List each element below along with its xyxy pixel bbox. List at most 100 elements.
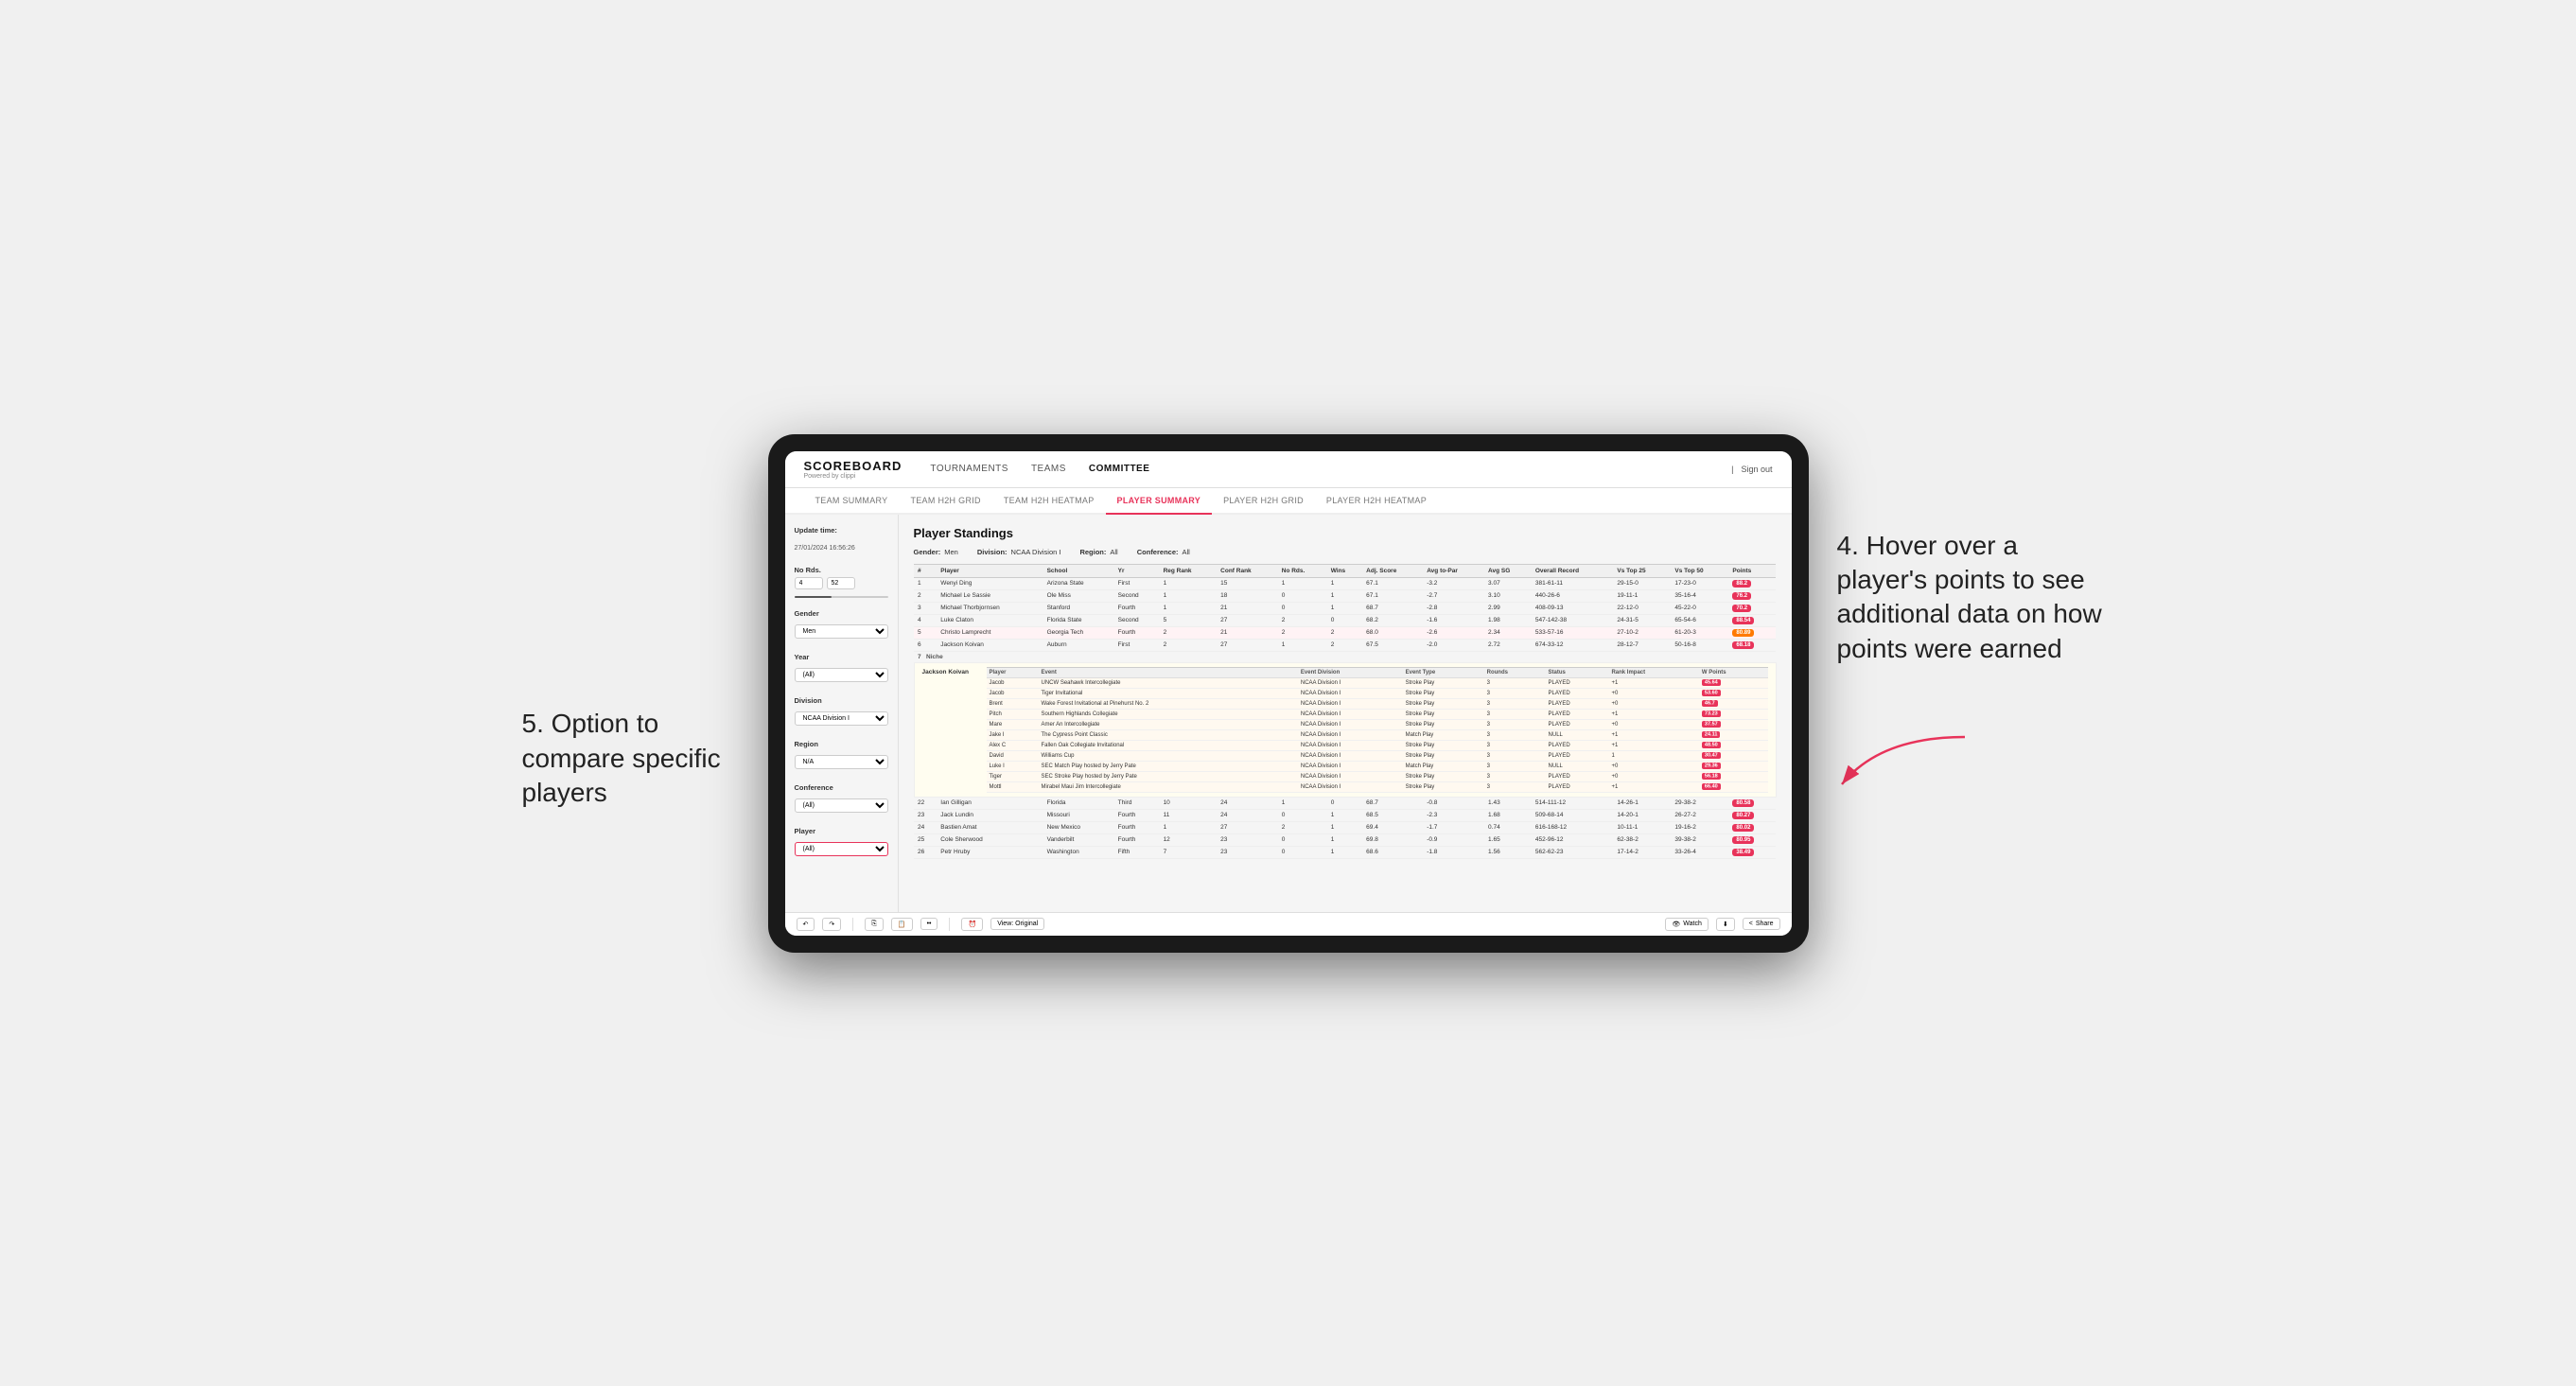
no-rds-slider[interactable]	[795, 596, 888, 598]
gender-label: Gender	[795, 609, 888, 618]
no-rds-to-input[interactable]	[827, 577, 855, 589]
tab-player-h2h-grid[interactable]: PLAYER H2H GRID	[1212, 488, 1315, 515]
filter-region: Region: All	[1079, 548, 1117, 556]
year-select[interactable]: (All)	[795, 668, 888, 682]
tooltip-data-row: Mottl Mirabel Maui Jim Intercollegiate N…	[987, 781, 1768, 792]
w-points-badge[interactable]: 48.50	[1702, 742, 1721, 748]
w-points-badge[interactable]: 73.23	[1702, 711, 1721, 717]
sidebar-division: Division NCAA Division I	[795, 696, 888, 728]
points-badge[interactable]: 80.27	[1732, 812, 1754, 819]
tooltip-expanded-row: Jackson Koivan Player Event Event Divisi…	[914, 662, 1776, 797]
tooltip-data-row: Tiger SEC Stroke Play hosted by Jerry Pa…	[987, 771, 1768, 781]
tooltip-data-row: Jake I The Cypress Point Classic NCAA Di…	[987, 729, 1768, 740]
table-row: 22 Ian Gilligan Florida Third 10 24 1 0 …	[914, 797, 1776, 809]
points-badge[interactable]: 70.2	[1732, 605, 1751, 612]
nav-tournaments[interactable]: TOURNAMENTS	[930, 460, 1008, 478]
section-title: Player Standings	[914, 526, 1777, 540]
share-icon: <	[1749, 921, 1753, 927]
tablet-screen: SCOREBOARD Powered by clippi TOURNAMENTS…	[785, 451, 1792, 936]
view-original-button[interactable]: View: Original	[990, 918, 1044, 930]
player-label: Player	[795, 827, 888, 835]
col-adj-score: Adj. Score	[1362, 564, 1423, 577]
sidebar-no-rds: No Rds.	[795, 566, 888, 598]
w-points-badge[interactable]: 29.36	[1702, 763, 1721, 769]
tooltip-data-row: Jacob UNCW Seahawk Intercollegiate NCAA …	[987, 677, 1768, 688]
tooltip-data-row: Alex C Fallen Oak Collegiate Invitationa…	[987, 740, 1768, 750]
w-points-badge[interactable]: 66.40	[1702, 783, 1721, 790]
clock-button[interactable]: ⏰	[961, 918, 983, 931]
redo-button[interactable]: ↷	[822, 918, 841, 931]
tooltip-player-name: Jackson Koivan	[922, 667, 979, 675]
tab-player-summary[interactable]: PLAYER SUMMARY	[1106, 488, 1213, 515]
eye-icon: 👁	[1672, 921, 1680, 928]
tooltip-table: Player Event Event Division Event Type R…	[987, 667, 1768, 793]
undo-button[interactable]: ↶	[797, 918, 815, 931]
conference-select[interactable]: (All)	[795, 798, 888, 813]
filter-gender: Gender: Men	[914, 548, 958, 556]
paste-button[interactable]: 📋	[891, 918, 913, 931]
watch-button[interactable]: 👁 Watch	[1665, 918, 1708, 931]
table-row: 4 Luke Claton Florida State Second 5 27 …	[914, 614, 1776, 626]
tooltip-data-row: Brent Wake Forest Invitational at Pinehu…	[987, 698, 1768, 709]
filter-conference: Conference: All	[1137, 548, 1190, 556]
w-points-badge[interactable]: 24.11	[1702, 731, 1720, 738]
col-points: Points	[1728, 564, 1776, 577]
content-area: Update time: 27/01/2024 16:56:26 No Rds.	[785, 515, 1792, 912]
main-nav: TOURNAMENTS TEAMS COMMITTEE	[930, 460, 1703, 478]
no-rds-from-input[interactable]	[795, 577, 823, 589]
w-points-badge[interactable]: 56.18	[1702, 773, 1721, 780]
points-badge[interactable]: 68.18	[1732, 641, 1754, 649]
tooltip-header-row: Player Event Event Division Event Type R…	[987, 667, 1768, 677]
tab-player-h2h-heatmap[interactable]: PLAYER H2H HEATMAP	[1315, 488, 1438, 515]
points-badge[interactable]: 88.54	[1732, 617, 1754, 624]
w-points-badge[interactable]: 37.57	[1702, 721, 1721, 728]
col-wins: Wins	[1327, 564, 1362, 577]
points-badge-highlighted[interactable]: 80.89	[1732, 629, 1754, 637]
sidebar-conference: Conference (All)	[795, 783, 888, 816]
tooltip-data-row: Pitch Southern Highlands Collegiate NCAA…	[987, 709, 1768, 719]
view-original-label: View: Original	[997, 921, 1038, 927]
logo-area: SCOREBOARD Powered by clippi	[804, 459, 902, 480]
col-yr: Yr	[1114, 564, 1160, 577]
points-badge[interactable]: 80.58	[1732, 799, 1754, 807]
table-row: 23 Jack Lundin Missouri Fourth 11 24 0 1…	[914, 809, 1776, 821]
tooltip-data-row: Luke I SEC Match Play hosted by Jerry Pa…	[987, 761, 1768, 771]
annotation-right: 4. Hover over a player's points to see a…	[1837, 529, 2112, 667]
tab-team-h2h-heatmap[interactable]: TEAM H2H HEATMAP	[992, 488, 1106, 515]
col-num: #	[914, 564, 937, 577]
points-badge[interactable]: 38.49	[1732, 849, 1754, 856]
table-row: 6 Jackson Koivan Auburn First 2 27 1 2 6…	[914, 639, 1776, 651]
col-no-rds: No Rds.	[1278, 564, 1327, 577]
points-badge[interactable]: 80.02	[1732, 824, 1754, 832]
w-points-badge[interactable]: 30.47	[1702, 752, 1721, 759]
points-badge[interactable]: 88.2	[1732, 580, 1751, 588]
points-badge[interactable]: 76.2	[1732, 592, 1751, 600]
down-button[interactable]: ⬇	[1716, 918, 1735, 931]
tooltip-data-row: Mare Amer An Intercollegiate NCAA Divisi…	[987, 719, 1768, 729]
region-select[interactable]: N/A	[795, 755, 888, 769]
copy-button[interactable]: ⎘	[865, 918, 884, 931]
tab-team-summary[interactable]: TEAM SUMMARY	[804, 488, 900, 515]
gender-select[interactable]: Men Women	[795, 624, 888, 639]
w-points-badge[interactable]: 53.60	[1702, 690, 1721, 696]
region-label: Region	[795, 740, 888, 748]
logo-text: SCOREBOARD	[804, 459, 902, 473]
tab-team-h2h-grid[interactable]: TEAM H2H GRID	[899, 488, 991, 515]
points-badge[interactable]: 80.95	[1732, 836, 1754, 844]
share-button[interactable]: < Share	[1743, 918, 1780, 930]
col-vs50: Vs Top 50	[1671, 564, 1728, 577]
nav-teams[interactable]: TEAMS	[1031, 460, 1066, 478]
table-row: 25 Cole Sherwood Vanderbilt Fourth 12 23…	[914, 833, 1776, 846]
nav-committee[interactable]: COMMITTEE	[1089, 460, 1150, 478]
dash-button[interactable]: ••	[920, 918, 938, 930]
col-school: School	[1043, 564, 1114, 577]
sign-out-button[interactable]: Sign out	[1741, 465, 1772, 474]
update-time-label: Update time:	[795, 526, 888, 535]
player-select[interactable]: (All)	[795, 842, 888, 856]
division-select[interactable]: NCAA Division I	[795, 711, 888, 726]
w-points-badge[interactable]: 46.7	[1702, 700, 1718, 707]
sidebar-gender: Gender Men Women	[795, 609, 888, 641]
toolbar-separator-2	[949, 918, 950, 931]
w-points-badge[interactable]: 45.64	[1702, 679, 1721, 686]
annotation-left: 5. Option to compare specific players	[522, 707, 749, 810]
